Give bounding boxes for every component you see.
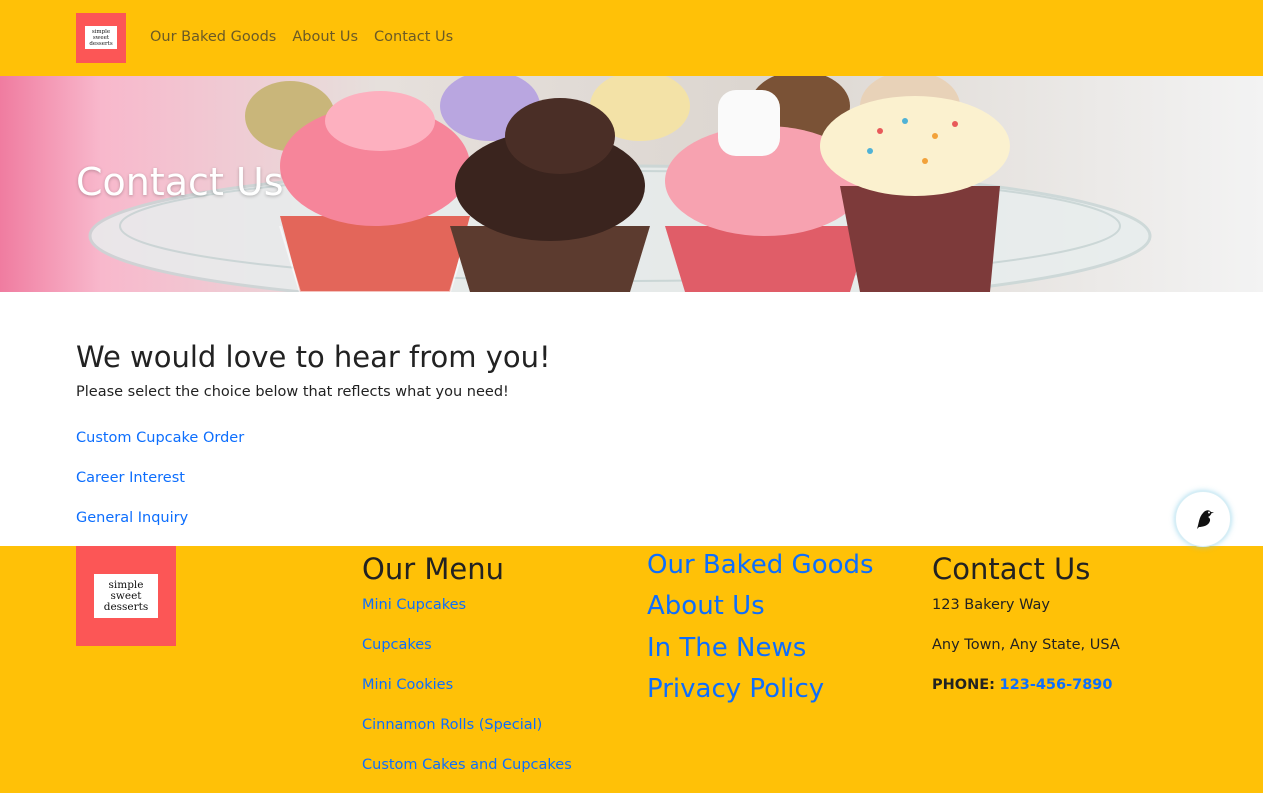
nav-links: Our Baked Goods About Us Contact Us [150, 29, 453, 45]
nav-link-contact-us[interactable]: Contact Us [374, 29, 453, 45]
link-general-inquiry[interactable]: General Inquiry [76, 510, 188, 526]
footer-menu-title: Our Menu [362, 552, 504, 586]
footer-contact-title: Contact Us [932, 552, 1091, 586]
footer-phone-label: PHONE: [932, 677, 995, 693]
footer-link-about-us[interactable]: About Us [647, 591, 765, 621]
footer-address-line-1: 123 Bakery Way [932, 597, 1050, 613]
footer-link-our-baked-goods[interactable]: Our Baked Goods [647, 550, 874, 580]
footer-logo[interactable]: simple sweet desserts [76, 546, 176, 646]
footer: simple sweet desserts Our Menu Mini Cupc… [0, 546, 1263, 793]
intro-subtext: Please select the choice below that refl… [76, 384, 509, 400]
footer-menu-item-mini-cookies[interactable]: Mini Cookies [362, 677, 453, 693]
footer-link-privacy-policy[interactable]: Privacy Policy [647, 674, 824, 704]
footer-menu-item-cinnamon-rolls[interactable]: Cinnamon Rolls (Special) [362, 717, 542, 733]
nav-logo[interactable]: simple sweet desserts [76, 13, 126, 63]
navbar: simple sweet desserts Our Baked Goods Ab… [0, 0, 1263, 76]
contact-intro: We would love to hear from you! Please s… [76, 340, 551, 400]
nav-logo-box: simple sweet desserts [85, 26, 117, 49]
footer-menu-item-custom-cakes[interactable]: Custom Cakes and Cupcakes [362, 757, 572, 773]
nav-link-our-baked-goods[interactable]: Our Baked Goods [150, 29, 276, 45]
footer-logo-line-1: simple [108, 578, 144, 591]
link-custom-cupcake-order[interactable]: Custom Cupcake Order [76, 430, 244, 446]
footer-logo-line-2: sweet [110, 589, 142, 602]
chat-bot-button[interactable] [1175, 491, 1231, 547]
footer-logo-box: simple sweet desserts [94, 574, 158, 618]
footer-phone: PHONE: 123-456-7890 [932, 677, 1112, 693]
nav-logo-line-3: desserts [89, 40, 113, 47]
intro-heading: We would love to hear from you! [76, 340, 551, 374]
link-career-interest[interactable]: Career Interest [76, 470, 185, 486]
footer-link-in-the-news[interactable]: In The News [647, 633, 806, 663]
footer-menu-item-mini-cupcakes[interactable]: Mini Cupcakes [362, 597, 466, 613]
hero-banner: Contact Us [0, 76, 1263, 292]
footer-logo-line-3: desserts [103, 600, 149, 613]
bird-icon [1197, 510, 1214, 529]
hero-title: Contact Us [76, 160, 284, 204]
footer-menu-item-cupcakes[interactable]: Cupcakes [362, 637, 432, 653]
nav-link-about-us[interactable]: About Us [292, 29, 358, 45]
footer-address-line-2: Any Town, Any State, USA [932, 637, 1120, 653]
footer-phone-link[interactable]: 123-456-7890 [1000, 677, 1113, 693]
